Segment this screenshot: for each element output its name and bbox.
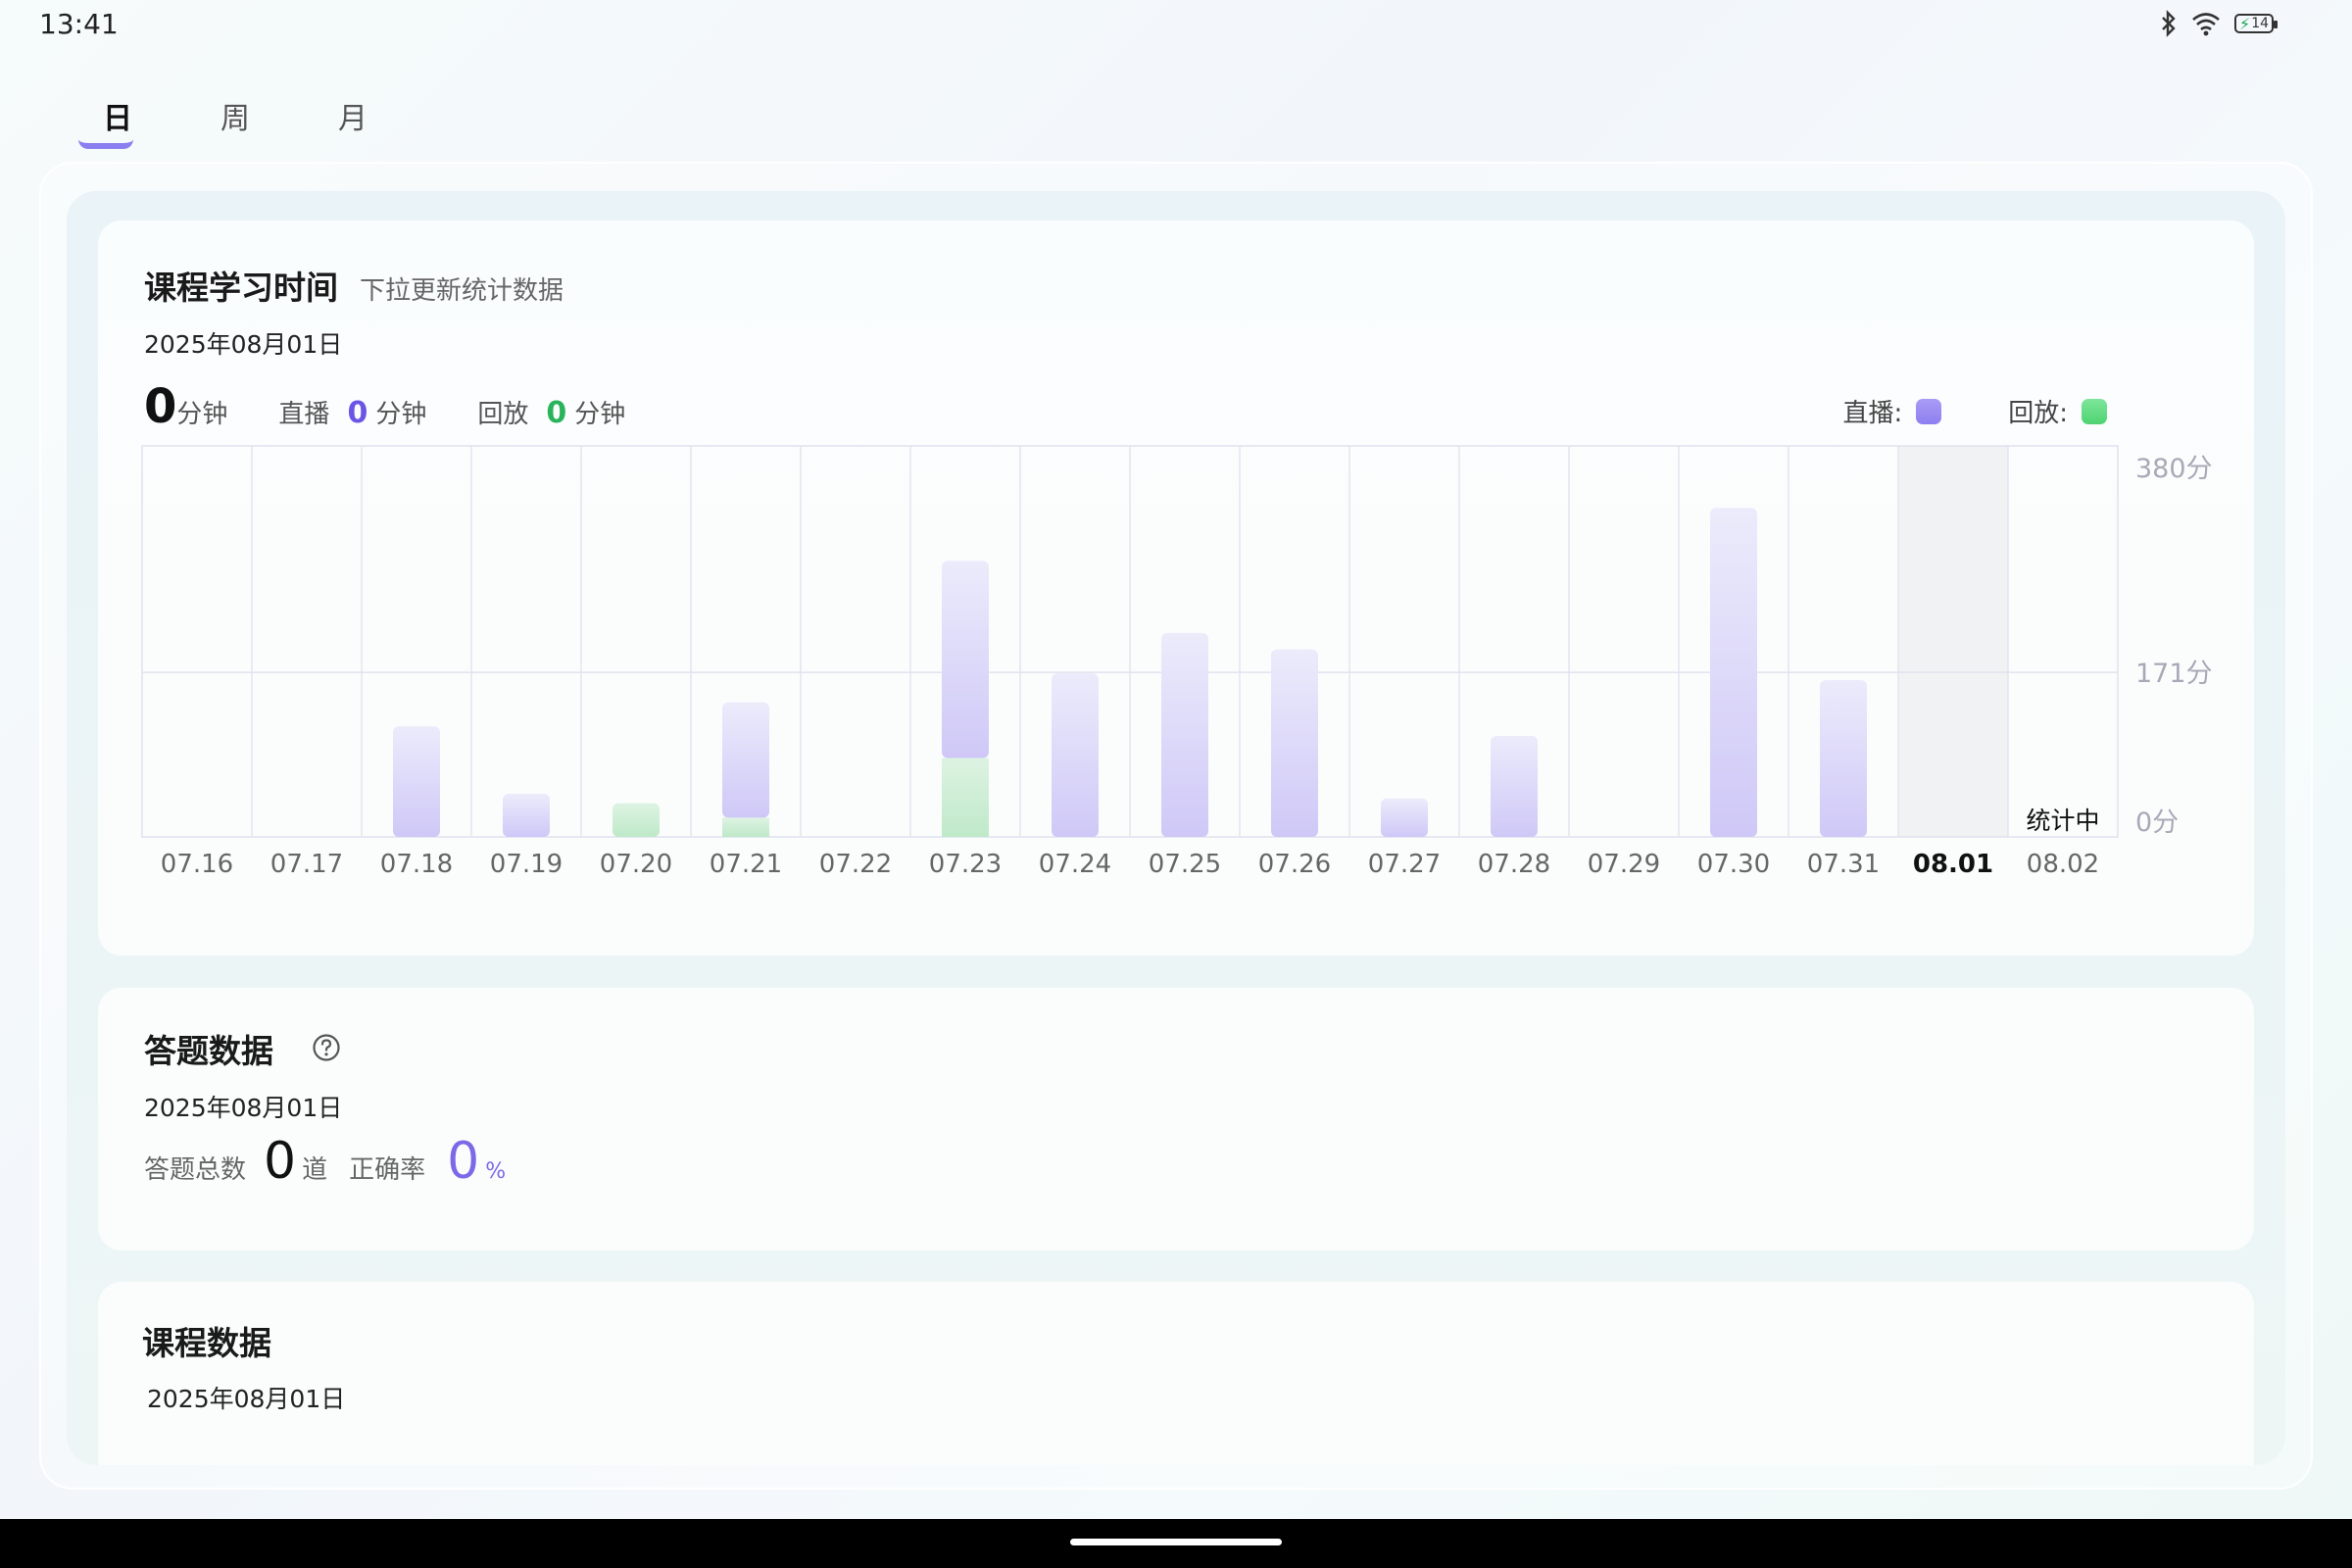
- x-tick-label: 07.25: [1149, 850, 1221, 879]
- tab-day[interactable]: 日: [59, 88, 176, 149]
- tab-month[interactable]: 月: [294, 88, 412, 143]
- bar-live: [503, 793, 550, 837]
- bar-live: [942, 561, 989, 759]
- quiz-card: 答题数据 2025年08月01日 答题总数 0 道 正确率 0 %: [98, 988, 2254, 1250]
- x-tick-label: 07.21: [710, 850, 782, 879]
- bar-live: [1161, 632, 1208, 837]
- content-panel[interactable]: 课程学习时间 下拉更新统计数据 2025年08月01日 0 分钟 直播 0 分钟 …: [67, 191, 2285, 1465]
- bar-live: [1820, 680, 1867, 837]
- x-tick-label: 08.01: [1913, 850, 1993, 879]
- study-time-date: 2025年08月01日: [144, 330, 343, 359]
- bar-live: [1381, 798, 1428, 837]
- course-card: 课程数据 2025年08月01日: [98, 1282, 2254, 1465]
- study-time-title-text: 课程学习时间: [144, 269, 338, 307]
- bar-replay: [612, 803, 660, 837]
- study-time-summary: 0 分钟 直播 0 分钟 回放 0 分钟: [144, 379, 625, 434]
- x-tick-label: 07.28: [1478, 850, 1550, 879]
- live-minutes-unit: 分钟: [375, 400, 427, 429]
- y-tick-label: 0分: [2135, 808, 2179, 838]
- quiz-summary: 答题总数 0 道 正确率 0 %: [144, 1132, 506, 1191]
- live-minutes-value: 0: [347, 396, 368, 430]
- course-date: 2025年08月01日: [147, 1385, 346, 1413]
- battery-level: 14: [2251, 16, 2270, 31]
- quiz-accuracy-value: 0: [447, 1132, 480, 1191]
- bar-live: [722, 702, 769, 818]
- replay-minutes-unit: 分钟: [574, 400, 626, 429]
- pull-refresh-hint: 下拉更新统计数据: [360, 276, 564, 306]
- x-tick-label: 07.18: [380, 850, 453, 879]
- x-tick-label: 07.29: [1588, 850, 1660, 879]
- study-time-card: 课程学习时间 下拉更新统计数据 2025年08月01日 0 分钟 直播 0 分钟 …: [98, 220, 2254, 956]
- total-minutes-value: 0: [144, 379, 177, 434]
- bar-replay: [722, 817, 769, 837]
- y-tick-label: 380分: [2135, 454, 2213, 484]
- tab-week-label: 周: [220, 102, 250, 136]
- quiz-total-unit: 道: [302, 1155, 328, 1185]
- tab-month-label: 月: [338, 102, 368, 136]
- x-tick-label: 07.17: [270, 850, 343, 879]
- total-minutes-unit: 分钟: [176, 400, 228, 429]
- quiz-total-label: 答题总数: [144, 1155, 247, 1185]
- status-icons: ⚡ 14: [2160, 10, 2278, 37]
- chart-legend: 直播: 回放:: [1842, 393, 2107, 429]
- y-tick-label: 171分: [2135, 659, 2213, 689]
- tab-week[interactable]: 周: [176, 88, 294, 143]
- bar-live: [1052, 673, 1099, 837]
- bar-live: [1491, 735, 1538, 837]
- legend-live-swatch: [1916, 398, 1942, 424]
- x-tick-label: 07.31: [1807, 850, 1880, 879]
- replay-minutes-value: 0: [546, 396, 567, 430]
- bar-live: [393, 726, 440, 837]
- home-indicator[interactable]: [1070, 1539, 1282, 1545]
- quiz-date: 2025年08月01日: [144, 1094, 343, 1122]
- study-time-title: 课程学习时间 下拉更新统计数据: [144, 262, 564, 309]
- tab-day-label: 日: [103, 102, 132, 136]
- period-tabs: 日 周 月: [59, 88, 412, 149]
- battery-icon: ⚡ 14: [2234, 14, 2278, 33]
- status-bar: 13:41 ⚡ 14: [0, 0, 2352, 49]
- tab-active-indicator: [78, 139, 133, 149]
- x-tick-label: 07.23: [929, 850, 1002, 879]
- legend-replay-label: 回放:: [2008, 399, 2068, 428]
- quiz-total-value: 0: [264, 1132, 297, 1191]
- highlight-column: [1898, 446, 2008, 837]
- x-tick-label: 07.22: [819, 850, 892, 879]
- legend-live-label: 直播:: [1842, 399, 1903, 428]
- navigation-bar: [0, 1519, 2352, 1568]
- study-time-chart[interactable]: 380分 171分 0分 07.16 07.17 07.18 07.19 07.20 07.21…: [98, 436, 2254, 906]
- bar-live: [1271, 649, 1318, 837]
- x-tick-label: 07.20: [600, 850, 672, 879]
- quiz-accuracy-unit: %: [485, 1159, 507, 1184]
- quiz-title: 答题数据: [144, 1032, 273, 1070]
- x-tick-label: 07.19: [490, 850, 563, 879]
- replay-label: 回放: [477, 400, 529, 429]
- x-tick-label: 08.02: [2027, 850, 2099, 879]
- status-time: 13:41: [39, 8, 119, 40]
- x-tick-label: 07.24: [1039, 850, 1111, 879]
- help-icon[interactable]: [312, 1033, 341, 1062]
- bar-replay: [942, 758, 989, 837]
- bar-live: [1710, 508, 1757, 837]
- x-tick-label: 07.16: [161, 850, 233, 879]
- wifi-icon: [2192, 13, 2220, 36]
- course-title: 课程数据: [142, 1324, 271, 1362]
- quiz-accuracy-label: 正确率: [349, 1155, 426, 1185]
- x-tick-label: 07.30: [1697, 850, 1770, 879]
- x-tick-label: 07.27: [1368, 850, 1441, 879]
- legend-replay-swatch: [2082, 398, 2107, 424]
- x-tick-label: 07.26: [1258, 850, 1331, 879]
- live-label: 直播: [278, 400, 330, 429]
- counting-label: 统计中: [2026, 807, 2099, 835]
- bluetooth-icon: [2162, 10, 2176, 37]
